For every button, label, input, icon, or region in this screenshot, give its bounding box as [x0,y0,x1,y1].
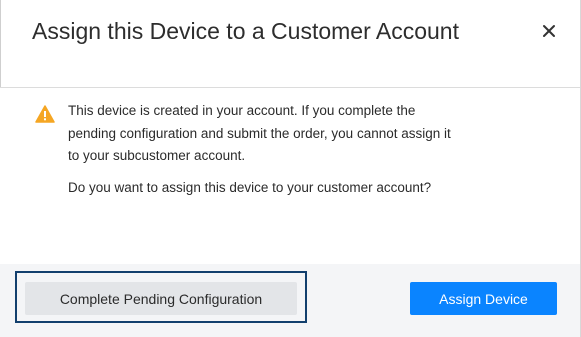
close-button[interactable] [538,20,560,42]
warning-message-line: to your subcustomer account. [68,148,246,163]
dialog-body: This device is created in your account. … [0,89,580,264]
close-icon [543,25,555,37]
warning-message-line: This device is created in your account. … [68,103,416,118]
assign-device-button[interactable]: Assign Device [410,282,557,315]
warning-message-line: pending configuration and submit the ord… [68,125,451,141]
confirmation-question: Do you want to assign this device to you… [68,180,432,195]
dialog-footer: Complete Pending Configuration Assign De… [0,264,580,337]
complete-pending-configuration-button[interactable]: Complete Pending Configuration [25,282,297,315]
dialog-header: Assign this Device to a Customer Account [0,0,580,88]
warning-message: This device is created in your account. … [68,100,488,168]
assign-device-dialog: Assign this Device to a Customer Account… [0,0,581,337]
warning-icon [35,105,55,123]
dialog-title: Assign this Device to a Customer Account [32,18,459,44]
